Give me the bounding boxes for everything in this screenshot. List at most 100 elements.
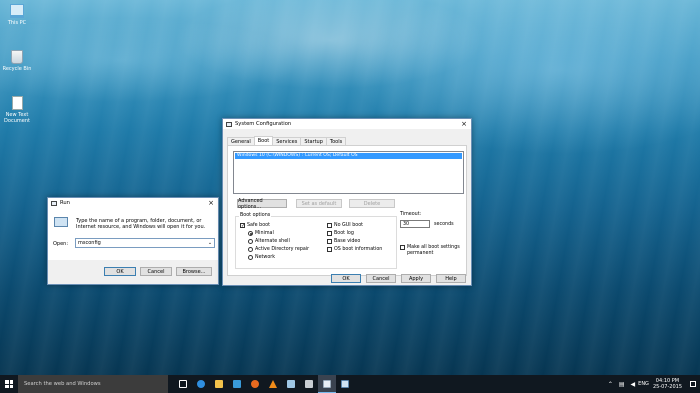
tab-startup[interactable]: Startup [300,137,327,145]
start-button[interactable] [0,375,18,393]
tab-general[interactable]: General [227,137,255,145]
list-item[interactable]: Windows 10 (C:\WINDOWS) : Current OS; De… [235,153,462,159]
taskbar-file-explorer[interactable] [210,375,228,393]
system-configuration-icon [323,379,331,388]
os-list[interactable]: Windows 10 (C:\WINDOWS) : Current OS; De… [233,151,464,194]
run-program-icon [54,217,68,227]
taskbar: Search the web and Windows ⌃ ▤ ◀ ENG 04:… [0,375,700,393]
folder-icon [215,380,223,388]
tab-services[interactable]: Services [272,137,302,145]
tab-tools[interactable]: Tools [325,137,347,145]
checkbox-icon [400,245,405,250]
boot-options-label: Boot options [239,213,272,218]
checkbox-label: Boot log [334,231,354,236]
chevron-up-icon[interactable]: ⌃ [608,381,613,388]
taskbar-edge[interactable] [192,375,210,393]
radio-label: Network [255,255,276,260]
set-as-default-button[interactable]: Set as default [296,199,342,208]
msconfig-help-button[interactable]: Help [436,274,466,283]
taskbar-search-input[interactable]: Search the web and Windows [18,375,168,393]
open-input-value: msconfig [78,240,101,246]
language-indicator[interactable]: ENG [638,381,649,387]
close-icon[interactable]: × [460,120,468,128]
desktop-icon-new-text-document[interactable]: New Text Document [2,96,32,124]
system-configuration-window: System Configuration × General Boot Serv… [222,118,472,286]
volume-icon[interactable]: ◀ [631,381,636,388]
system-tray: ⌃ ▤ ◀ ENG 04:10 PM 25-07-2015 [605,375,700,393]
checkbox-label: Base video [334,239,361,244]
run-description: Type the name of a program, folder, docu… [76,218,206,231]
vlc-icon [269,380,277,388]
msconfig-app-icon [226,121,232,127]
safe-boot-checkbox[interactable]: ✓ Safe boot [240,223,270,229]
edge-browser-icon [197,380,205,388]
checkbox-label: OS boot information [334,247,383,252]
desktop-icon-recycle-bin[interactable]: Recycle Bin [2,50,32,72]
boot-options-group: Boot options ✓ Safe boot Minimal Alterna… [235,213,397,269]
make-permanent-checkbox[interactable]: Make all boot settings [400,245,460,250]
msconfig-titlebar[interactable]: System Configuration × [223,119,471,129]
computer-icon [10,4,24,18]
msconfig-tabs: General Boot Services Startup Tools [227,136,347,145]
radio-icon [248,255,253,260]
task-view-icon [179,380,187,388]
taskbar-store[interactable] [228,375,246,393]
run-browse-button[interactable]: Browse... [176,267,212,276]
msconfig-cancel-button[interactable]: Cancel [366,274,396,283]
task-view-button[interactable] [174,375,192,393]
delete-button[interactable]: Delete [349,199,395,208]
desktop-icon-this-pc[interactable]: This PC [2,4,32,26]
msconfig-apply-button[interactable]: Apply [401,274,431,283]
taskbar-photos[interactable] [300,375,318,393]
tab-boot[interactable]: Boot [253,136,274,145]
taskbar-run[interactable] [336,375,354,393]
store-icon [233,380,241,388]
timeout-input[interactable]: 30 [400,220,430,228]
radio-label: Alternate shell [255,239,290,244]
checkbox-checked-icon: ✓ [240,223,246,229]
network-icon[interactable]: ▤ [619,381,625,388]
taskbar-system-configuration[interactable] [318,375,336,393]
open-input[interactable]: msconfig ⌄ [75,238,215,248]
make-permanent-label-continued: permanent [407,251,434,256]
checkbox-icon [327,247,332,252]
taskbar-app[interactable] [282,375,300,393]
radio-alternate-shell[interactable]: Alternate shell [248,239,290,244]
clock-date: 25-07-2015 [652,384,682,390]
radio-selected-icon [248,231,253,236]
msconfig-ok-button[interactable]: OK [331,274,361,283]
chevron-down-icon[interactable]: ⌄ [206,240,214,246]
radio-label: Minimal [255,231,274,236]
run-dialog: Run × Type the name of a program, folder… [47,197,219,285]
advanced-options-button[interactable]: Advanced options... [237,198,287,210]
notifications-icon[interactable] [690,381,696,387]
boot-log-checkbox[interactable]: Boot log [327,231,354,236]
open-label: Open: [53,241,69,247]
base-video-checkbox[interactable]: Base video [327,239,360,244]
os-boot-information-checkbox[interactable]: OS boot information [327,247,382,252]
desktop-icon-label: New Text Document [4,112,30,124]
taskbar-firefox[interactable] [246,375,264,393]
radio-network[interactable]: Network [248,255,275,260]
clock[interactable]: 04:10 PM 25-07-2015 [653,378,682,390]
radio-icon [248,239,253,244]
no-gui-boot-checkbox[interactable]: No GUI boot [327,223,363,228]
close-icon[interactable]: × [207,199,215,207]
taskbar-vlc[interactable] [264,375,282,393]
timeout-unit: seconds [434,222,454,227]
boot-tab-panel: Windows 10 (C:\WINDOWS) : Current OS; De… [227,145,467,276]
run-cancel-button[interactable]: Cancel [140,267,172,276]
desktop-icon-label: Recycle Bin [2,66,32,72]
radio-icon [248,247,253,252]
checkbox-label: No GUI boot [334,223,364,228]
msconfig-title: System Configuration [235,121,292,127]
run-titlebar[interactable]: Run × [48,198,218,208]
run-title: Run [60,200,70,206]
radio-minimal[interactable]: Minimal [248,231,274,236]
radio-active-directory-repair[interactable]: Active Directory repair [248,247,309,252]
run-ok-button[interactable]: OK [104,267,136,276]
windows-logo-icon [5,380,13,388]
photos-icon [305,380,313,388]
desktop-icon-label: This PC [7,20,27,26]
recycle-bin-icon [11,50,23,64]
